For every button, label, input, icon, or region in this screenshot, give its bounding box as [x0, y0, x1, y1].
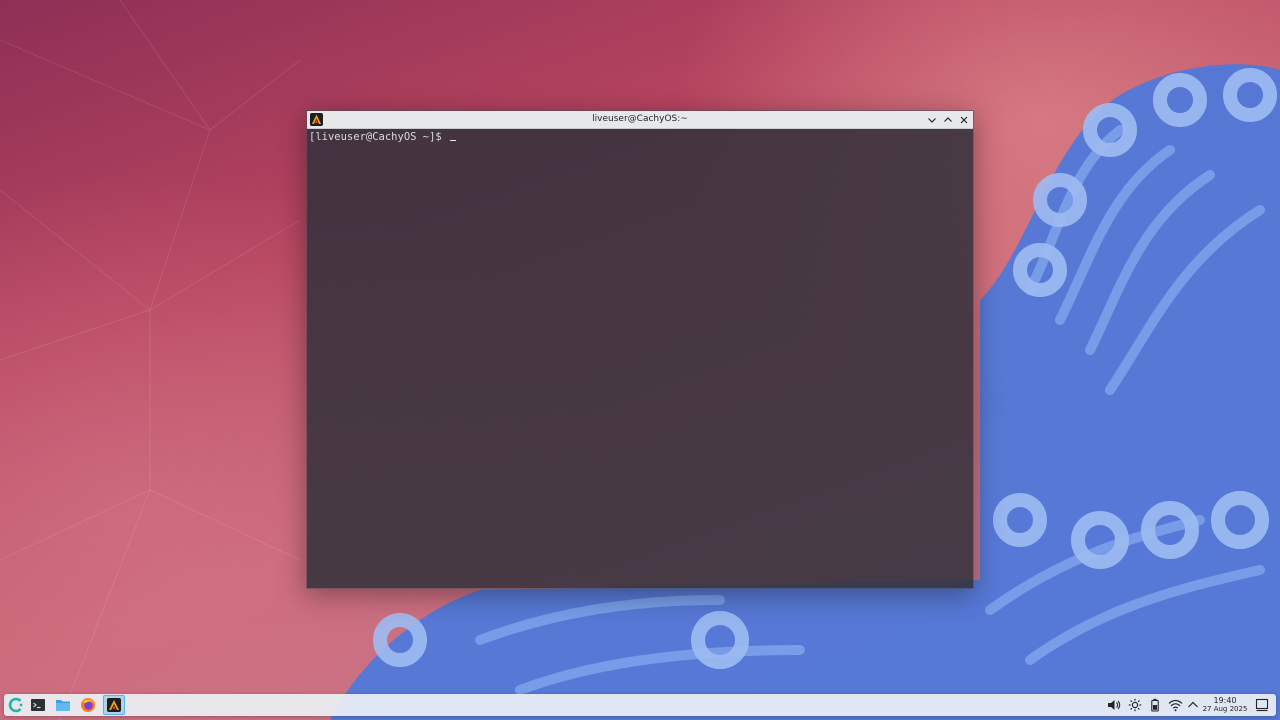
taskbar-alacritty-active[interactable] [103, 695, 125, 715]
desktop: liveuser@CachyOS:~ [liveuser@CachyOS ~]$ [0, 0, 1280, 720]
cachyos-launcher-icon [8, 697, 23, 713]
system-tray-expand-button[interactable] [1185, 697, 1201, 713]
window-titlebar[interactable]: liveuser@CachyOS:~ [307, 111, 973, 129]
brightness-icon [1128, 698, 1142, 712]
maximize-button[interactable] [941, 113, 955, 126]
chevron-up-icon [1188, 701, 1198, 708]
volume-button[interactable] [1106, 697, 1122, 713]
terminal-icon [31, 699, 45, 711]
show-desktop-icon [1255, 698, 1269, 712]
window-title: liveuser@CachyOS:~ [592, 114, 688, 124]
terminal-prompt: [liveuser@CachyOS ~]$ [309, 131, 442, 143]
brightness-button[interactable] [1127, 697, 1143, 713]
show-desktop-button[interactable] [1254, 697, 1270, 713]
terminal-cursor [450, 140, 457, 141]
clock-date: 27 Aug 2025 [1202, 705, 1248, 713]
close-button[interactable] [957, 113, 971, 126]
minimize-button[interactable] [925, 113, 939, 126]
alacritty-icon [107, 698, 121, 712]
clock-time: 19:40 [1213, 696, 1237, 705]
taskbar-terminal[interactable] [29, 696, 47, 714]
chevron-up-icon [944, 116, 952, 122]
taskbar: 19:40 27 Aug 2025 [4, 694, 1276, 716]
close-icon [960, 116, 968, 123]
taskbar-file-manager[interactable] [54, 696, 72, 714]
chevron-down-icon [928, 117, 936, 123]
files-icon [56, 700, 70, 711]
application-launcher-button[interactable] [7, 696, 25, 714]
network-button[interactable] [1167, 697, 1183, 713]
taskbar-firefox[interactable] [79, 696, 97, 714]
wifi-icon [1168, 699, 1182, 712]
battery-icon [1151, 698, 1159, 712]
terminal-window[interactable]: liveuser@CachyOS:~ [liveuser@CachyOS ~]$ [306, 110, 974, 589]
digital-clock[interactable]: 19:40 27 Aug 2025 [1202, 696, 1248, 714]
battery-button[interactable] [1147, 697, 1163, 713]
terminal-content[interactable]: [liveuser@CachyOS ~]$ [307, 129, 973, 588]
terminal-prompt-line: [liveuser@CachyOS ~]$ [309, 131, 457, 143]
volume-icon [1108, 700, 1121, 710]
firefox-icon [81, 698, 95, 712]
